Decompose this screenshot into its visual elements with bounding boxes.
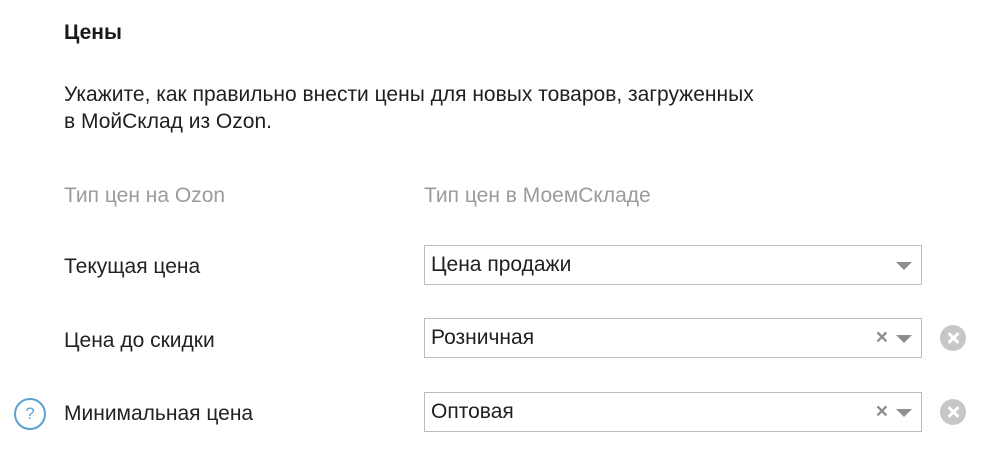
close-icon[interactable]: × [876, 325, 888, 351]
remove-circle-icon[interactable] [940, 399, 966, 425]
remove-circle-icon[interactable] [940, 325, 966, 351]
question-circle-icon[interactable]: ? [14, 398, 46, 430]
select-value: Цена продажи [431, 253, 572, 276]
description-line-1: Укажите, как правильно внести цены для н… [64, 83, 754, 106]
column-header-moysklad: Тип цен в МоемСкладе [424, 184, 651, 207]
row-label-minimal-price: Минимальная цена [64, 402, 254, 425]
price-type-select-current[interactable]: Цена продажи [424, 245, 922, 285]
chevron-down-icon[interactable] [896, 409, 912, 417]
price-type-select-minimal[interactable]: Оптовая × [424, 392, 922, 432]
select-value: Розничная [431, 326, 535, 349]
select-value: Оптовая [431, 400, 514, 423]
chevron-down-icon[interactable] [896, 335, 912, 343]
description-line-2: в МойСклад из Ozon. [64, 110, 272, 133]
price-type-select-before-discount[interactable]: Розничная × [424, 318, 922, 358]
chevron-down-icon[interactable] [896, 262, 912, 270]
row-label-current-price: Текущая цена [64, 255, 201, 278]
row-label-price-before-discount: Цена до скидки [64, 329, 215, 352]
column-header-ozon: Тип цен на Ozon [64, 184, 226, 207]
section-description: Укажите, как правильно внести цены для н… [64, 81, 904, 135]
close-icon[interactable]: × [876, 399, 888, 425]
section-title: Цены [64, 21, 122, 44]
